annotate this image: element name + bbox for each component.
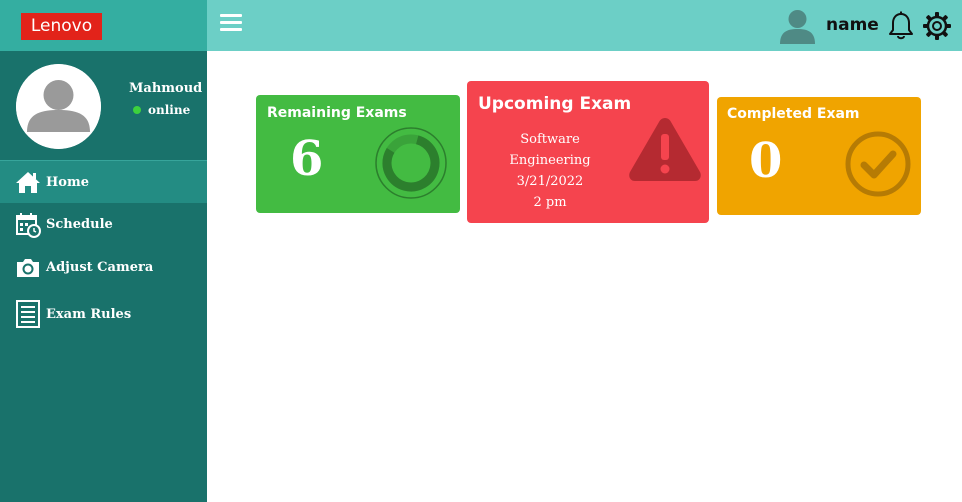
upcoming-exam-details: Software Engineering 3/21/2022 2 pm <box>481 129 619 213</box>
brand-bar: Lenovo <box>0 0 207 51</box>
progress-ring-icon <box>375 127 447 203</box>
sidebar-item-label: Exam Rules <box>46 306 132 322</box>
status-text: online <box>148 103 191 117</box>
warning-icon <box>627 114 703 188</box>
header-username[interactable]: name <box>826 15 879 35</box>
sidebar-item-label: Adjust Camera <box>46 260 154 275</box>
remaining-count: 6 <box>290 131 324 187</box>
sidebar-item-exam-rules[interactable]: Exam Rules <box>0 289 207 339</box>
card-title: Remaining Exams <box>267 105 407 121</box>
user-avatar-icon[interactable] <box>779 8 816 44</box>
online-dot <box>133 106 141 114</box>
completed-exam-card[interactable]: Completed Exam 0 <box>717 97 921 215</box>
sidebar-item-schedule[interactable]: Schedule <box>0 203 207 246</box>
check-circle-icon <box>844 130 912 202</box>
exam-subject: Software Engineering <box>509 132 591 168</box>
user-avatar[interactable] <box>16 64 101 149</box>
sidebar-item-home[interactable]: Home <box>0 160 207 203</box>
sidebar-nav: Home Schedule Adjust Camera Exam Rules <box>0 160 207 339</box>
document-icon <box>14 300 42 328</box>
top-header: name <box>207 0 962 51</box>
card-title: Upcoming Exam <box>478 94 632 114</box>
user-name: Mahmoud <box>129 81 203 96</box>
exam-time: 2 pm <box>533 195 567 210</box>
gear-icon[interactable] <box>922 11 952 41</box>
sidebar-item-label: Schedule <box>46 217 113 232</box>
sidebar-item-adjust-camera[interactable]: Adjust Camera <box>0 246 207 289</box>
upcoming-exam-card[interactable]: Upcoming Exam Software Engineering 3/21/… <box>467 81 709 223</box>
user-silhouette-icon <box>16 64 101 149</box>
lenovo-logo[interactable]: Lenovo <box>21 13 102 40</box>
camera-icon <box>14 254 42 282</box>
calendar-clock-icon <box>14 211 42 239</box>
menu-icon[interactable] <box>220 14 242 34</box>
sidebar-item-label: Home <box>46 174 89 190</box>
home-icon <box>14 168 42 196</box>
remaining-exams-card[interactable]: Remaining Exams 6 <box>256 95 460 213</box>
sidebar: Lenovo Mahmoud online Home Schedule Adju… <box>0 0 207 502</box>
card-title: Completed Exam <box>727 106 860 122</box>
bell-icon[interactable] <box>888 11 914 41</box>
exam-date: 3/21/2022 <box>516 174 584 189</box>
completed-count: 0 <box>749 133 783 189</box>
user-status: online <box>133 103 190 117</box>
